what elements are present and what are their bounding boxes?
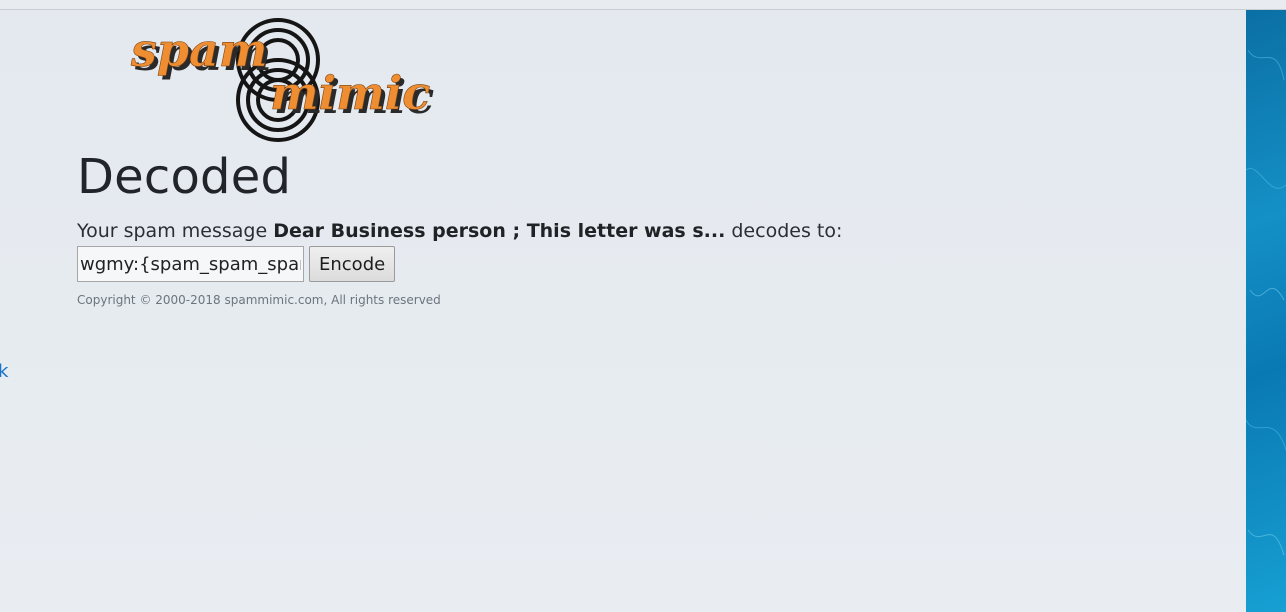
water-texture — [1246, 49, 1286, 556]
logo-graphic: spam mimic spam mimic — [130, 18, 434, 142]
decoded-text-input[interactable] — [77, 246, 304, 282]
message-summary: Your spam message Dear Business person ;… — [77, 219, 842, 243]
encode-button[interactable]: Encode — [309, 246, 396, 282]
side-panel-texture — [1246, 10, 1286, 612]
message-preview: Dear Business person ; This letter was s… — [273, 220, 726, 242]
logo-word-bottom: mimic — [270, 66, 430, 120]
logo-word-top: spam — [130, 23, 268, 77]
message-prefix: Your spam message — [77, 220, 268, 242]
decoded-row: Encode — [77, 246, 396, 282]
copyright-notice: Copyright © 2000-2018 spammimic.com, All… — [77, 293, 441, 307]
spammimic-logo: spam mimic spam mimic — [128, 12, 458, 142]
page-title: Decoded — [77, 149, 292, 205]
edge-link[interactable]: k — [0, 362, 8, 382]
message-suffix: decodes to: — [731, 220, 843, 242]
